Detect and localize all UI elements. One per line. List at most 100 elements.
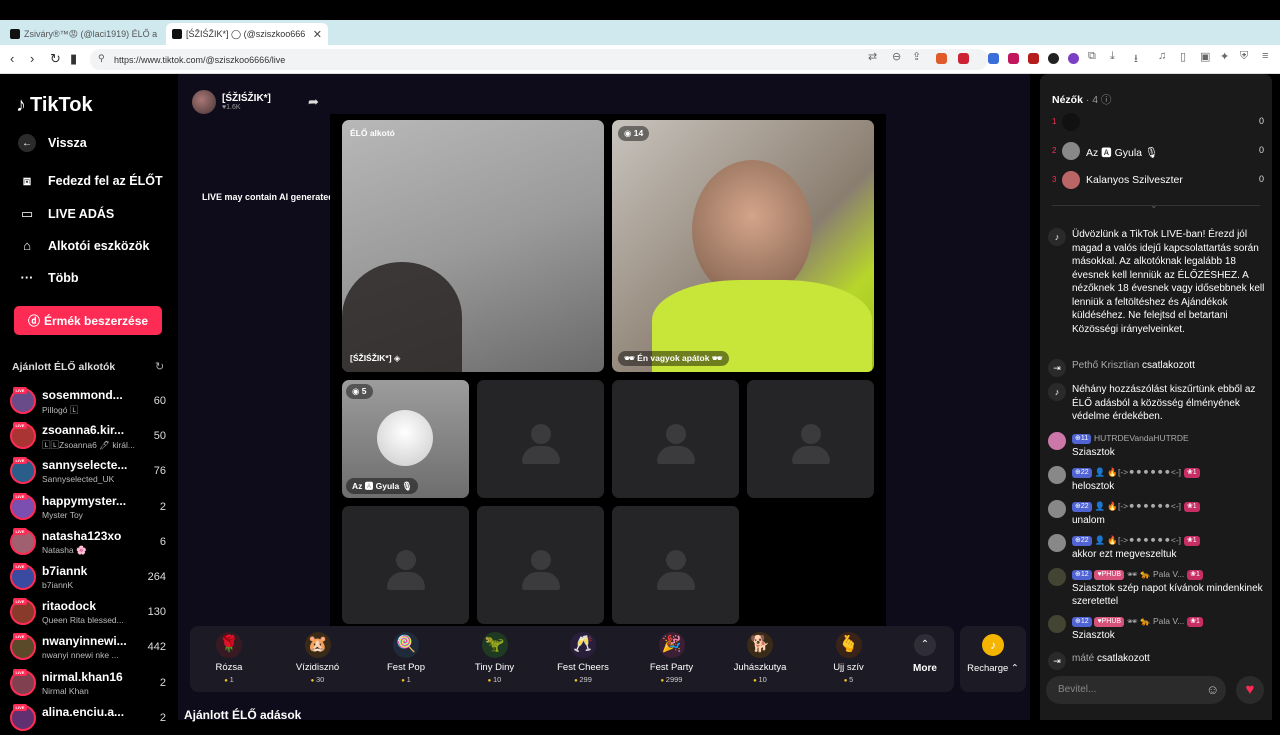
empty-guest-slot[interactable]: [612, 380, 739, 498]
creator-item[interactable]: LIVE sosemmond... Pillogó 🄻 60: [10, 386, 170, 418]
share-arrow-icon[interactable]: ➦: [308, 94, 319, 110]
creator-item[interactable]: LIVE happymyster... Myster Toy 2: [10, 492, 170, 524]
brave-shield-icon[interactable]: [936, 53, 947, 64]
viewer-score: 0: [1258, 116, 1264, 126]
gift-item[interactable]: 🌹 Rózsa 1: [192, 632, 266, 684]
close-tab-icon[interactable]: ✕: [313, 28, 322, 41]
creator-viewer-count: 130: [147, 606, 166, 619]
bookmark-icon[interactable]: ▮: [70, 51, 77, 67]
wallet-icon[interactable]: ▣: [1200, 50, 1210, 63]
extension-icon[interactable]: [1028, 53, 1039, 64]
guest-video-tile[interactable]: ◉ 5 Az 🅰 Gyula 🎙: [342, 380, 469, 498]
user-name[interactable]: HUTRDEVandaHUTRDE: [1094, 433, 1189, 443]
empty-guest-slot[interactable]: [747, 380, 874, 498]
extension-icon[interactable]: [1008, 53, 1019, 64]
gift-item[interactable]: 🫰 Ujj szív 5: [812, 632, 886, 684]
emoji-icon[interactable]: ☺: [1206, 682, 1219, 697]
creator-subtitle: 🄻🄻Zsoanna6 🖊 királ...: [42, 440, 135, 451]
creator-item[interactable]: LIVE b7iannk b7iannK 264: [10, 562, 170, 594]
user-name[interactable]: máté: [1072, 653, 1094, 664]
creator-item[interactable]: LIVE alina.enciu.a... 2: [10, 703, 170, 735]
sidebar-item-more[interactable]: ··· Több: [18, 270, 79, 285]
sidebar-item-live[interactable]: ▭ LIVE ADÁS: [18, 206, 114, 222]
user-avatar[interactable]: [1048, 466, 1066, 484]
sidebar-item-tools[interactable]: ⌂ Alkotói eszközök: [18, 238, 149, 253]
user-avatar[interactable]: [1048, 568, 1066, 586]
forward-arrow-icon[interactable]: ›: [30, 51, 34, 66]
ai-icon[interactable]: ✦: [1220, 50, 1229, 63]
empty-guest-slot[interactable]: [477, 506, 604, 624]
back-button[interactable]: ← Vissza: [18, 134, 87, 152]
host-info[interactable]: [ŚŽIŚŽIK*] ♥1.6K: [192, 90, 271, 114]
reload-icon[interactable]: ↻: [50, 51, 61, 67]
zoom-icon[interactable]: ⊖: [892, 50, 901, 63]
chat-input[interactable]: Bevitel...: [1046, 676, 1226, 704]
tiktok-logo[interactable]: ♪ TikTok: [16, 94, 93, 117]
user-name[interactable]: 🕶 🐆 Pala V...: [1127, 569, 1184, 579]
rewards-icon[interactable]: [958, 53, 969, 64]
host-video-tile[interactable]: ÉLŐ alkotó [ŚŽIŚŽIK*] ◈: [342, 120, 604, 372]
extension-icon[interactable]: [1048, 53, 1059, 64]
get-coins-button[interactable]: ⓓ Érmék beszerzése: [14, 306, 162, 335]
share-icon[interactable]: ⇪: [912, 50, 921, 63]
viewer-row[interactable]: 10: [1052, 112, 1264, 132]
creator-item[interactable]: LIVE sannyselecte... Sannyselected_UK 76: [10, 456, 170, 488]
user-name[interactable]: 🕶 🐆 Pala V...: [1127, 616, 1184, 626]
guest-video-figure: [692, 160, 812, 300]
tiktok-favicon-icon: [172, 29, 182, 39]
gift-name: Tiny Diny: [474, 662, 515, 673]
creator-viewer-count: 50: [153, 430, 166, 443]
creator-item[interactable]: LIVE nwanyinnewi... nwanyi nnewi nke ... 44…: [10, 632, 170, 664]
extension-icon[interactable]: [988, 53, 999, 64]
gift-item[interactable]: 🐕 Juhászkutya 10: [723, 632, 797, 684]
puzzle-icon[interactable]: ⧉: [1088, 50, 1096, 63]
expand-chevron-icon[interactable]: ⌄: [1150, 200, 1158, 211]
gift-item[interactable]: 🎉 Fest Party 2999: [635, 632, 709, 684]
site-info-icon[interactable]: ⚲: [98, 53, 105, 64]
refresh-icon[interactable]: ↻: [155, 360, 164, 373]
viewer-row[interactable]: 2 Az 🅰 Gyula 🎙 0: [1052, 141, 1264, 161]
empty-guest-slot[interactable]: [477, 380, 604, 498]
browser-tab-inactive[interactable]: Zsiváry®™😡 (@laci1919) ÉLŐ a: [4, 23, 162, 45]
empty-guest-slot[interactable]: [612, 506, 739, 624]
user-name[interactable]: 👤 🔥[->⚫⚫⚫⚫⚫⚫<-]: [1094, 467, 1181, 477]
host-avatar[interactable]: [192, 90, 216, 114]
more-gifts-button[interactable]: ⌃ More: [900, 634, 950, 674]
menu-icon[interactable]: ≡: [1262, 50, 1268, 62]
sidebar-icon[interactable]: ▯: [1180, 50, 1186, 63]
sidebar-item-explore[interactable]: ⧈ Fedezd fel az ÉLŐT: [18, 173, 163, 189]
creator-item[interactable]: LIVE natasha123xo Natasha 🌸 6: [10, 527, 170, 559]
creator-item[interactable]: LIVE zsoanna6.kir... 🄻🄻Zsoanna6 🖊 királ...…: [10, 421, 170, 453]
user-avatar[interactable]: [1048, 500, 1066, 518]
creator-viewer-count: 2: [159, 500, 166, 513]
empty-guest-slot[interactable]: [342, 506, 469, 624]
recharge-button[interactable]: ♪ Recharge ⌃: [960, 626, 1026, 692]
creator-item[interactable]: LIVE ritaodock Queen Rita blessed... 130: [10, 597, 170, 629]
user-avatar[interactable]: [1048, 534, 1066, 552]
gift-item[interactable]: 🥂 Fest Cheers 299: [546, 632, 620, 684]
translate-icon[interactable]: ⇄: [868, 50, 877, 63]
gift-item[interactable]: 🍭 Fest Pop 1: [369, 632, 443, 684]
gift-item[interactable]: 🦖 Tiny Diny 10: [458, 632, 532, 684]
creator-item[interactable]: LIVE nirmal.khan16 Nirmal Khan 2: [10, 668, 170, 700]
extension-icon[interactable]: [1068, 53, 1079, 64]
user-name[interactable]: 👤 🔥[->⚫⚫⚫⚫⚫⚫<-]: [1094, 535, 1181, 545]
user-avatar[interactable]: [1048, 432, 1066, 450]
sidebar-item-label: LIVE ADÁS: [48, 207, 115, 221]
info-icon[interactable]: ⓘ: [1101, 94, 1112, 106]
like-heart-button[interactable]: ♥: [1236, 676, 1264, 704]
music-icon[interactable]: ♫: [1158, 50, 1166, 62]
url-field[interactable]: ⚲ https://www.tiktok.com/@sziszkoo6666/l…: [90, 49, 988, 70]
back-arrow-icon[interactable]: ‹: [10, 51, 14, 66]
gift-item[interactable]: 🐹 Vízidisznó 30: [281, 632, 355, 684]
user-name[interactable]: Pethő Krisztian: [1072, 360, 1139, 371]
user-name[interactable]: 👤 🔥[->⚫⚫⚫⚫⚫⚫<-]: [1094, 501, 1181, 511]
browser-tab-active[interactable]: [ŚŽIŚŽIK*] ◯ (@sziszkoo666 ✕: [166, 23, 328, 45]
download-icon[interactable]: ⤓: [1110, 50, 1115, 63]
download-icon[interactable]: ⭳: [1134, 50, 1138, 69]
guest-video-tile[interactable]: ◉ 14 🕶 Én vagyok apátok 🕶: [612, 120, 874, 372]
vpn-icon[interactable]: ⛨: [1240, 50, 1248, 63]
viewer-row[interactable]: 3 Kalanyos Szilveszter 0: [1052, 170, 1264, 190]
user-avatar[interactable]: [1048, 615, 1066, 633]
creator-subtitle: Nirmal Khan: [42, 685, 89, 696]
